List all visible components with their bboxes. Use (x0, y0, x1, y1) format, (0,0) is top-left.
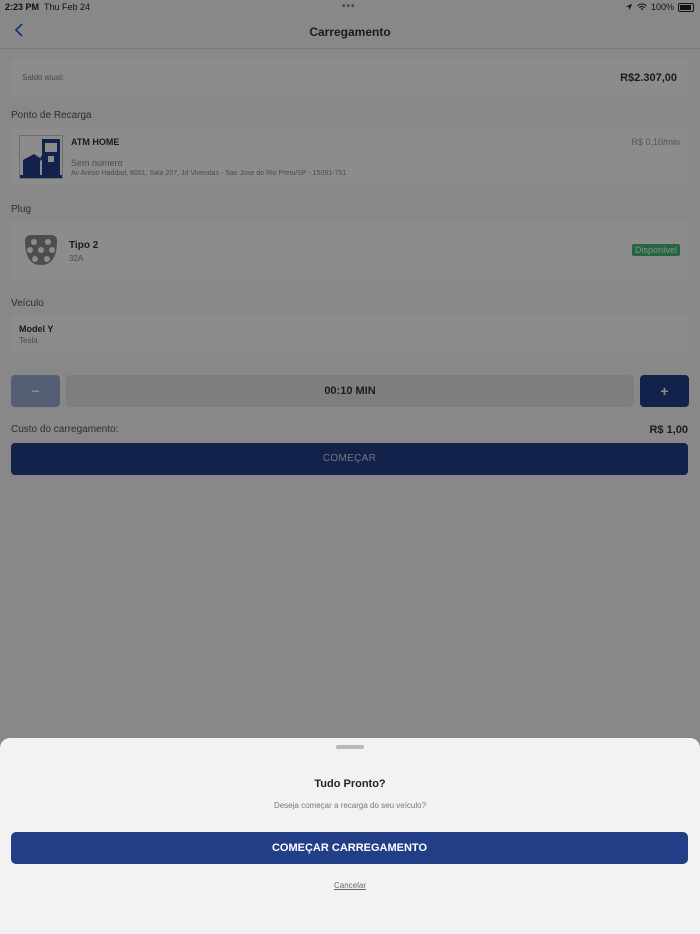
sheet-title: Tudo Pronto? (314, 778, 386, 790)
sheet-message: Deseja começar a recarga do seu veículo? (273, 801, 427, 810)
confirmation-sheet: Tudo Pronto? Deseja começar a recarga do… (0, 738, 700, 934)
sheet-grabber[interactable] (336, 745, 364, 749)
confirm-charging-button[interactable]: COMEÇAR CARREGAMENTO (11, 832, 688, 864)
cancel-link[interactable]: Cancelar (0, 881, 700, 890)
